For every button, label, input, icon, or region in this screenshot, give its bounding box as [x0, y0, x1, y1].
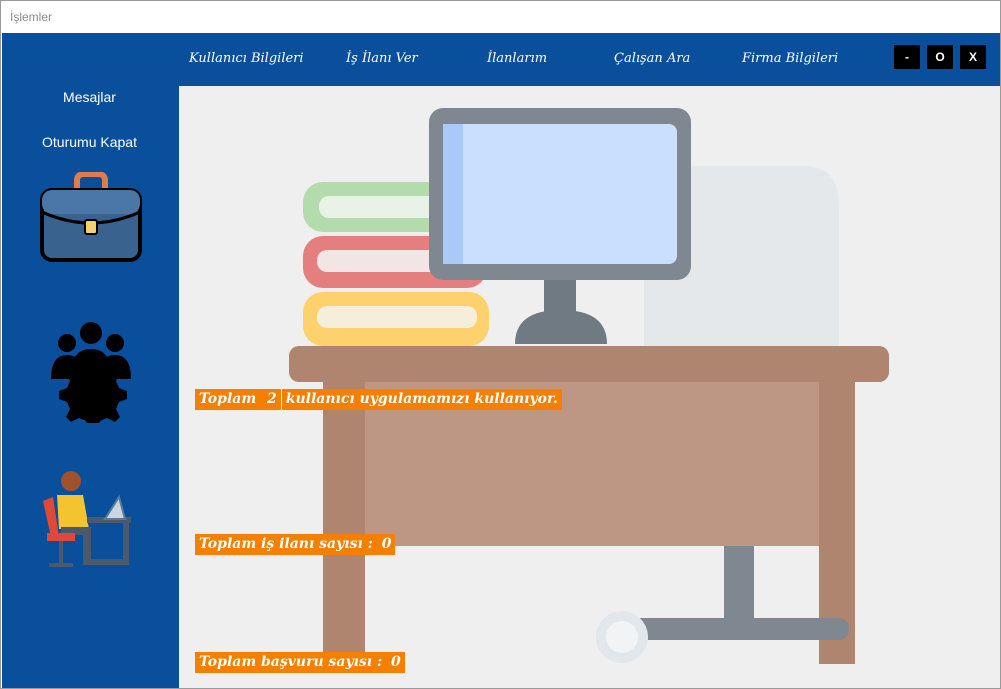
- briefcase-icon[interactable]: [39, 171, 143, 264]
- title-bar: İşlemler: [1, 1, 1000, 32]
- nav-item-firma-bilgileri[interactable]: Firma Bilgileri: [742, 51, 838, 66]
- nav-item-is-ilani-ver[interactable]: İş İlanı Ver: [346, 51, 418, 66]
- content-area: Toplam 2 kullanıcı uygulamamızı kullanıyo…: [179, 86, 1000, 688]
- nav-item-calisan-ara[interactable]: Çalışan Ara: [614, 51, 690, 66]
- maximize-button[interactable]: O: [927, 45, 953, 69]
- total-jobs-count: 0: [381, 536, 392, 552]
- total-applications-count: 0: [391, 654, 401, 670]
- close-button[interactable]: X: [960, 45, 986, 69]
- stat-separator: [280, 389, 282, 410]
- total-jobs-label: Toplam iş ilanı sayısı :: [199, 536, 373, 552]
- sidebar-item-mesajlar[interactable]: Mesajlar: [1, 89, 178, 105]
- desk-illustration: [179, 86, 1000, 688]
- team-gear-icon[interactable]: [45, 321, 137, 429]
- person-at-desk-icon[interactable]: [39, 467, 145, 571]
- window-title: İşlemler: [10, 10, 53, 24]
- nav-item-kullanici-bilgileri[interactable]: Kullanıcı Bilgileri: [189, 51, 304, 66]
- total-applications-label: Toplam başvuru sayısı :: [199, 654, 383, 670]
- total-users-suffix: kullanıcı uygulamamızı kullanıyor.: [285, 391, 558, 407]
- total-jobs-stat: Toplam iş ilanı sayısı : 0: [195, 534, 396, 555]
- total-users-stat: Toplam 2 kullanıcı uygulamamızı kullanıyo…: [195, 389, 562, 410]
- total-applications-stat: Toplam başvuru sayısı : 0: [195, 652, 405, 673]
- total-users-prefix: Toplam: [199, 391, 257, 407]
- app-window: İşlemler Kullanıcı Bilgileri İş İlanı Ve…: [0, 0, 1001, 689]
- sidebar-item-oturumu-kapat[interactable]: Oturumu Kapat: [1, 134, 178, 150]
- minimize-button[interactable]: -: [894, 45, 920, 69]
- nav-item-ilanlarim[interactable]: İlanlarım: [487, 51, 547, 66]
- total-users-count: 2: [267, 391, 277, 407]
